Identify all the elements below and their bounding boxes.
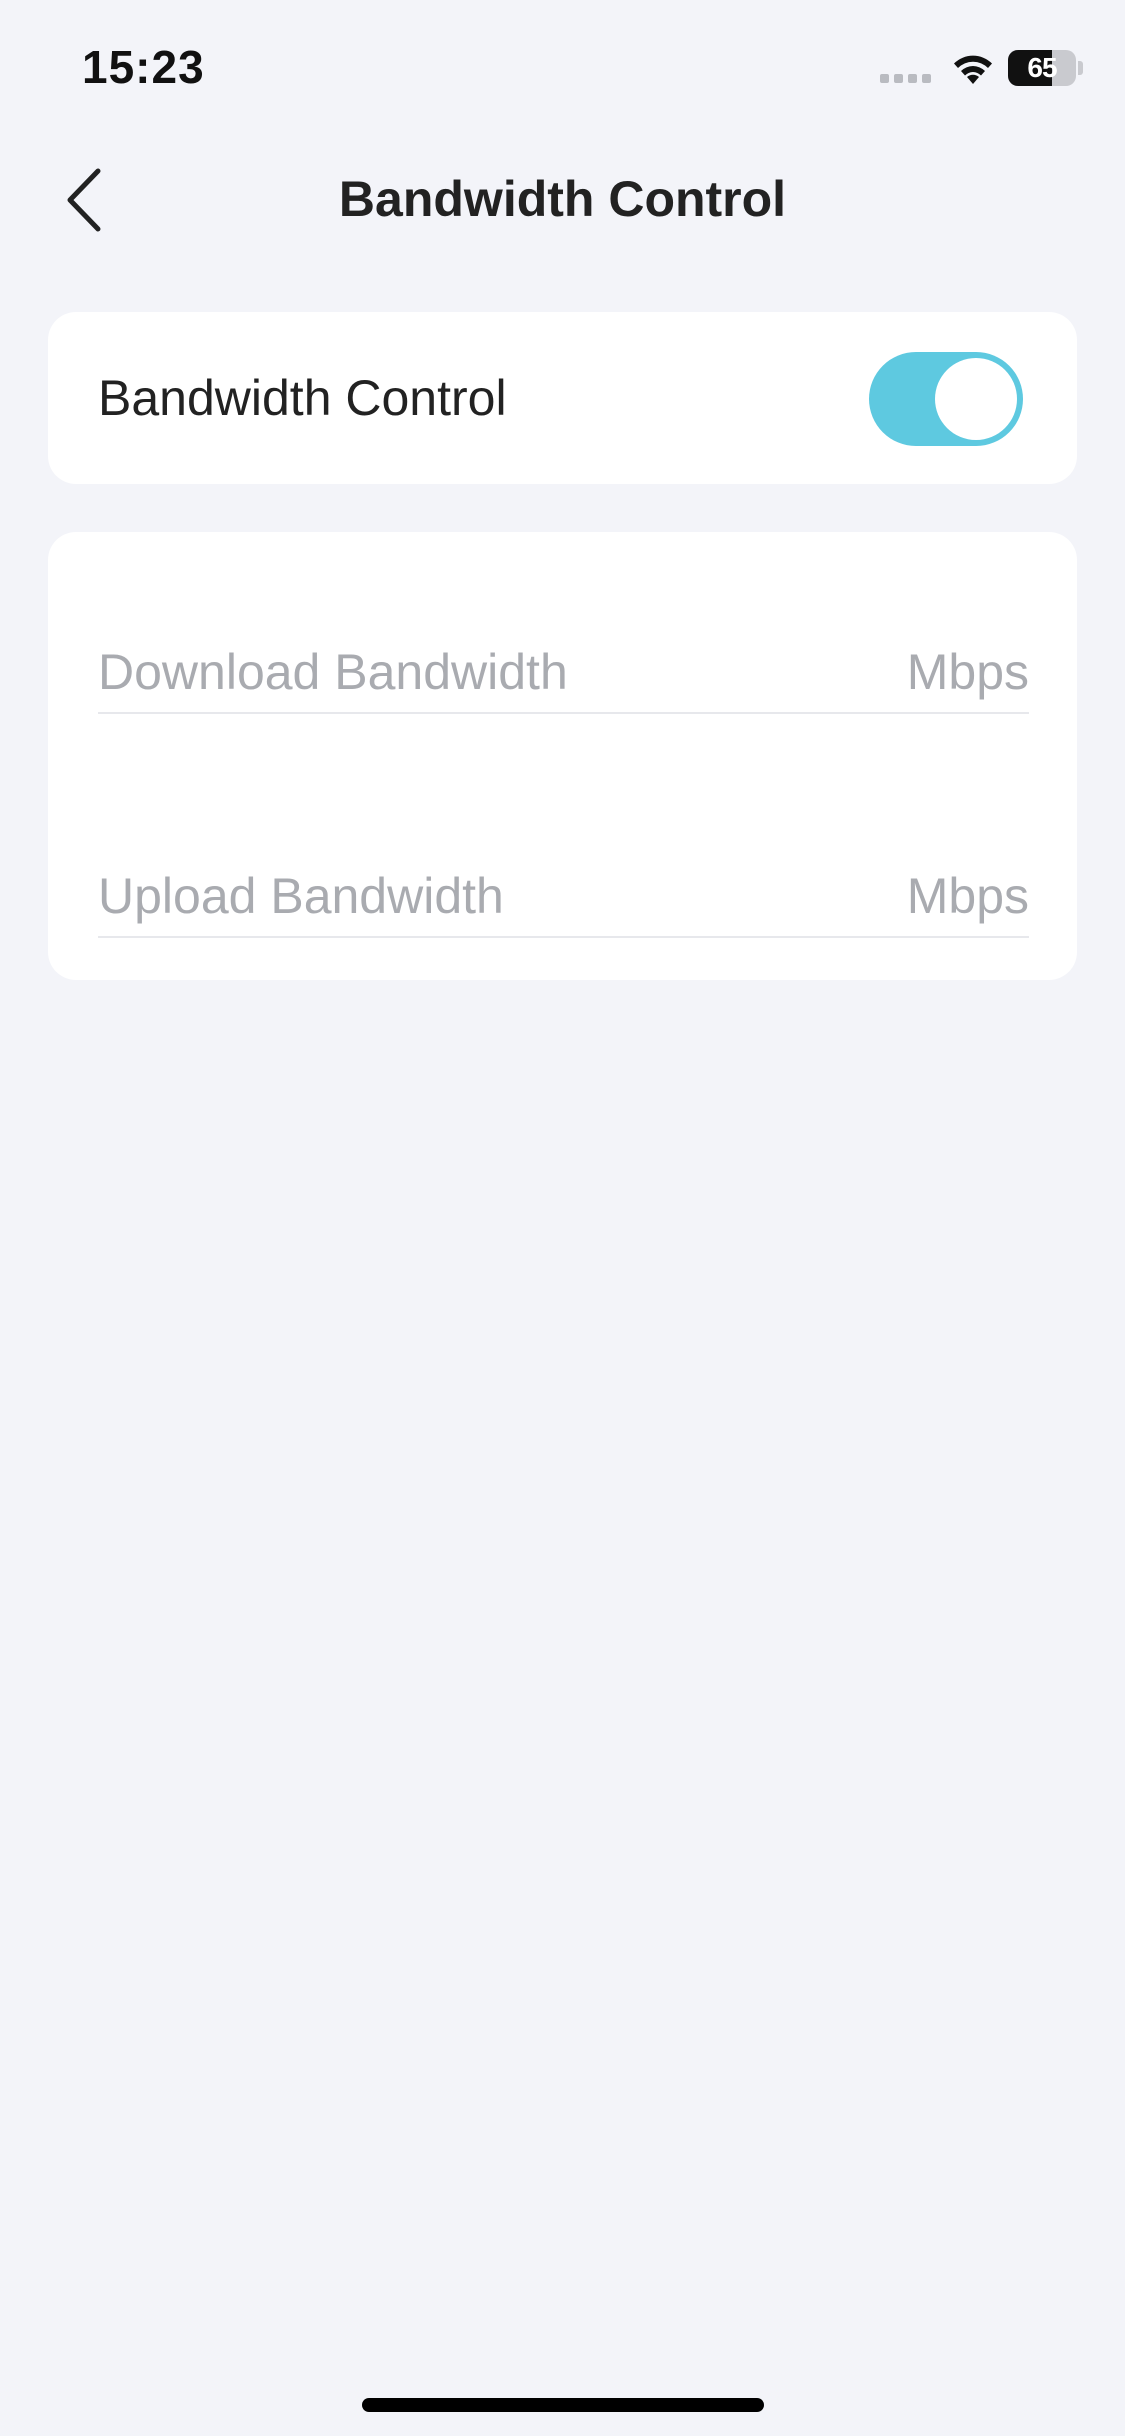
toggle-knob <box>935 358 1017 440</box>
upload-bandwidth-input[interactable] <box>98 856 798 936</box>
page-title: Bandwidth Control <box>338 171 787 227</box>
signal-dots-icon <box>880 74 931 83</box>
battery-level: 65 <box>1027 52 1057 83</box>
download-bandwidth-input[interactable] <box>98 632 798 712</box>
download-bandwidth-field: Mbps <box>98 632 1029 714</box>
status-bar: 15:23 65 <box>0 0 1125 140</box>
wifi-icon <box>954 55 992 84</box>
nav-bar: Bandwidth Control <box>0 140 1125 260</box>
bandwidth-control-card: Bandwidth Control <box>48 312 1077 484</box>
battery-cap <box>1078 61 1083 75</box>
download-unit-label: Mbps <box>906 644 1029 700</box>
status-time: 15:23 <box>82 41 205 93</box>
bandwidth-control-label: Bandwidth Control <box>98 370 507 426</box>
upload-unit-label: Mbps <box>906 868 1029 924</box>
bandwidth-control-toggle[interactable] <box>869 352 1023 446</box>
battery-icon: 65 <box>1008 50 1076 86</box>
bandwidth-settings-card: Mbps Mbps <box>48 532 1077 980</box>
upload-bandwidth-field: Mbps <box>98 856 1029 938</box>
home-indicator[interactable] <box>362 2398 764 2412</box>
